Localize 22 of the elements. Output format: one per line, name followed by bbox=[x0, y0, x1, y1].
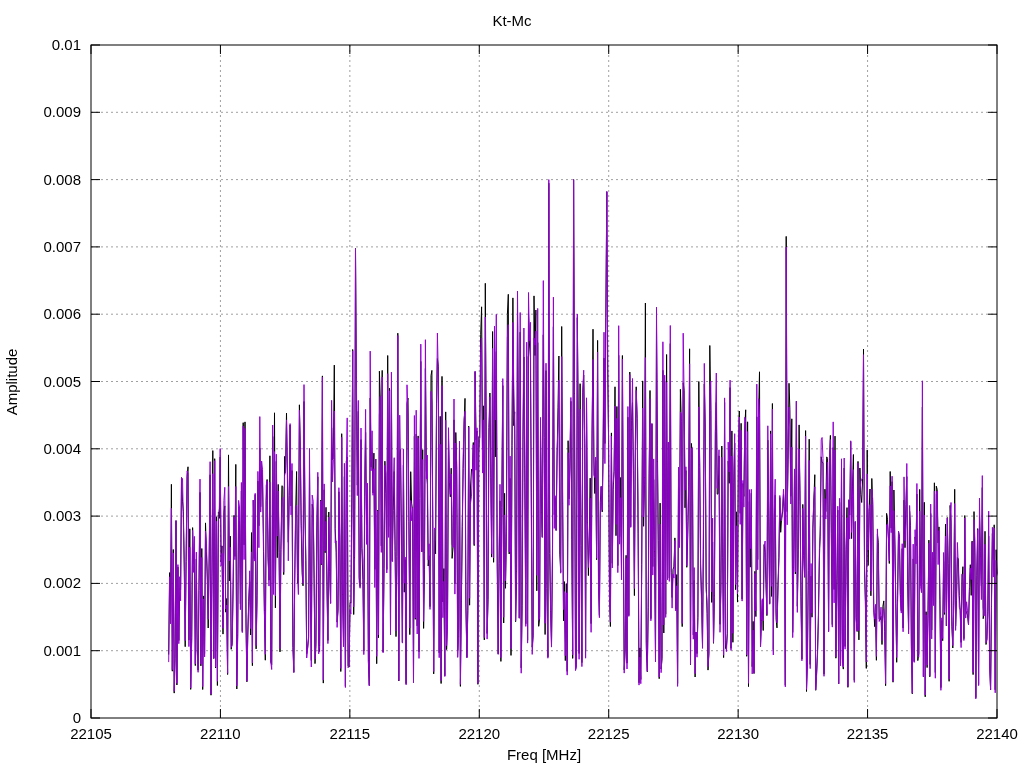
x-tick-label: 22105 bbox=[70, 725, 112, 742]
x-tick-label: 22135 bbox=[846, 725, 889, 742]
y-tick-label: 0.005 bbox=[43, 372, 81, 390]
y-tick-label: 0.009 bbox=[43, 103, 81, 121]
y-tick-label: 0.008 bbox=[43, 170, 81, 188]
y-tick-label: 0.002 bbox=[43, 574, 81, 592]
x-axis-label: Freq [MHz] bbox=[506, 746, 582, 763]
y-tick-label: 0 bbox=[72, 709, 81, 726]
x-tick-label: 22115 bbox=[329, 725, 371, 742]
x-tick-label: 22120 bbox=[458, 725, 501, 742]
y-tick-label: 0.001 bbox=[43, 641, 81, 659]
x-tick-label: 22130 bbox=[717, 725, 759, 742]
x-tick-label: 22140 bbox=[976, 725, 1018, 742]
y-tick-label: 0.006 bbox=[43, 305, 81, 323]
chart-title: Kt-Mc bbox=[492, 12, 532, 29]
y-tick-label: 0.004 bbox=[43, 439, 81, 457]
y-tick-label: 0.003 bbox=[43, 507, 81, 525]
x-tick-label: 22110 bbox=[200, 725, 241, 742]
x-tick-label: 22125 bbox=[587, 725, 630, 742]
y-axis-label: Amplitude bbox=[3, 348, 20, 416]
y-tick-label: 0.007 bbox=[43, 237, 81, 255]
y-tick-label: 0.01 bbox=[51, 36, 81, 53]
